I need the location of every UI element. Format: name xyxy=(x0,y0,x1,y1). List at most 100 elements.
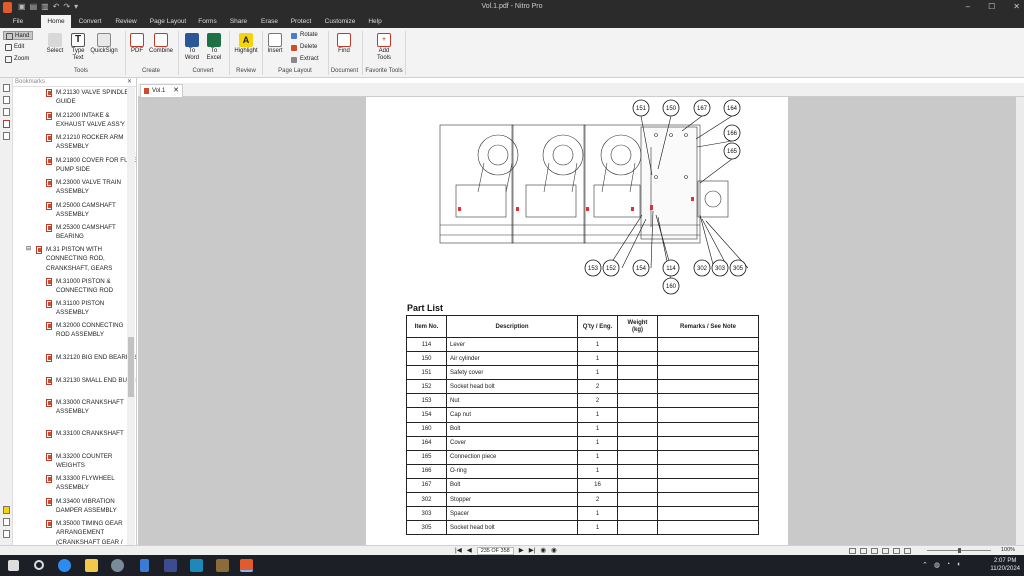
find-button[interactable]: Find xyxy=(332,33,356,55)
app-icon[interactable] xyxy=(164,559,177,572)
full-screen-icon[interactable] xyxy=(893,548,900,554)
signatures-panel-icon[interactable] xyxy=(3,518,10,526)
bookmark-item-expanded[interactable]: ⊟ M.31 PISTON WITH CONNECTING ROD, CRANKS… xyxy=(26,245,124,273)
layers-panel-icon[interactable] xyxy=(3,96,10,104)
tab-convert[interactable]: Convert xyxy=(75,15,105,28)
bookmark-item[interactable]: M.23000 VALVE TRAIN ASSEMBLY xyxy=(46,178,136,197)
type-text-button[interactable]: T Type Text xyxy=(67,33,89,62)
extract-button[interactable]: Extract xyxy=(291,56,319,63)
edit-tool-button[interactable]: Edit xyxy=(3,43,33,52)
fit-width-icon[interactable] xyxy=(904,548,911,554)
file-explorer-icon[interactable] xyxy=(85,559,98,572)
bluetooth-app-icon[interactable] xyxy=(140,559,149,572)
zoom-tool-button[interactable]: Zoom xyxy=(3,55,35,64)
bookmarks-panel-icon[interactable] xyxy=(3,120,10,128)
comments-panel-icon[interactable] xyxy=(3,506,10,514)
continuous-view-icon[interactable] xyxy=(860,548,867,554)
collapse-toggle-icon[interactable]: ⊟ xyxy=(26,245,31,254)
first-page-icon[interactable]: |◀ xyxy=(455,546,462,555)
close-panel-icon[interactable]: ✕ xyxy=(127,78,132,87)
to-word-button[interactable]: To Word xyxy=(181,33,203,62)
tab-share[interactable]: Share xyxy=(225,15,252,28)
table-cell xyxy=(657,365,759,381)
facing-continuous-view-icon[interactable] xyxy=(882,548,889,554)
table-cell: 2 xyxy=(577,492,618,508)
tab-customize[interactable]: Customize xyxy=(320,15,360,28)
rotate-button[interactable]: Rotate xyxy=(291,32,318,39)
insert-button[interactable]: Insert xyxy=(264,33,286,55)
bookmarks-scrollbar[interactable] xyxy=(127,87,135,545)
wifi-icon[interactable]: ◔ xyxy=(946,561,950,569)
bookmark-item[interactable]: M.21200 INTAKE & EXHAUST VALVE ASS'Y xyxy=(46,111,136,130)
bookmark-item[interactable]: M.32000 CONNECTING ROD ASSEMBLY xyxy=(46,321,136,340)
zoom-slider-thumb[interactable] xyxy=(958,548,961,553)
select-button[interactable]: Select xyxy=(44,33,66,55)
attachments-panel-icon[interactable] xyxy=(3,108,10,116)
bookmark-item[interactable]: M.32130 SMALL END BUSH xyxy=(46,376,136,385)
close-tab-icon[interactable]: ✕ xyxy=(173,85,179,97)
bookmark-item[interactable]: M.32120 BIG END BEARING xyxy=(46,353,136,362)
tab-erase[interactable]: Erase xyxy=(256,15,283,28)
close-button[interactable]: ✕ xyxy=(1013,2,1020,11)
next-view-icon[interactable]: ◉ xyxy=(551,546,557,555)
clock[interactable]: 2:07 PM 11/20/2024 xyxy=(990,557,1020,573)
nitro-pro-taskbar-icon[interactable] xyxy=(240,559,253,572)
tags-panel-icon[interactable] xyxy=(3,132,10,140)
network-icon[interactable]: ◍ xyxy=(934,561,940,569)
bookmark-item[interactable]: M.25300 CAMSHAFT BEARING xyxy=(46,223,136,242)
page-number-field[interactable]: 235 OF 358 xyxy=(476,546,514,555)
bookmark-item[interactable]: M.21210 ROCKER ARM ASSEMBLY xyxy=(46,133,136,152)
bookmark-item[interactable]: M.35000 TIMING GEAR ARRANGEMENT (CRANKSH… xyxy=(46,519,136,545)
bookmark-item[interactable]: M.21800 COVER FOR FULE PUMP SIDE xyxy=(46,156,136,175)
tab-review[interactable]: Review xyxy=(111,15,141,28)
start-button-icon[interactable] xyxy=(8,560,19,571)
tab-protect[interactable]: Protect xyxy=(286,15,316,28)
bookmark-item[interactable]: M.33300 FLYWHEEL ASSEMBLY xyxy=(46,474,136,493)
next-page-icon[interactable]: ▶ xyxy=(519,546,524,555)
app-icon[interactable] xyxy=(216,559,229,572)
output-panel-icon[interactable] xyxy=(3,530,10,538)
edge-browser-icon[interactable] xyxy=(58,559,71,572)
last-page-icon[interactable]: ▶| xyxy=(529,546,536,555)
quicksign-button[interactable]: QuickSign xyxy=(90,33,118,55)
bookmark-page-icon xyxy=(46,179,52,187)
facing-view-icon[interactable] xyxy=(871,548,878,554)
search-icon[interactable] xyxy=(34,560,44,570)
maximize-button[interactable]: ☐ xyxy=(988,2,995,11)
single-page-view-icon[interactable] xyxy=(849,548,856,554)
tab-page-layout[interactable]: Page Layout xyxy=(147,15,189,28)
volume-icon[interactable]: ◖ xyxy=(956,561,960,569)
bookmark-item[interactable]: M.31100 PISTON ASSEMBLY xyxy=(46,299,136,318)
app-icon[interactable] xyxy=(111,559,124,572)
chevron-up-icon[interactable]: ⌃ xyxy=(922,561,928,569)
bookmark-item[interactable]: M.25000 CAMSHAFT ASSEMBLY xyxy=(46,201,136,220)
bookmark-page-icon xyxy=(46,300,52,308)
pages-panel-icon[interactable] xyxy=(3,84,10,92)
bookmark-item[interactable]: M.33200 COUNTER WEIGHTS xyxy=(46,452,136,471)
delete-button[interactable]: Delete xyxy=(291,44,317,51)
scrollbar-thumb[interactable] xyxy=(128,337,134,397)
to-excel-button[interactable]: To Excel xyxy=(203,33,225,62)
minimize-button[interactable]: – xyxy=(966,2,970,11)
bookmark-item[interactable]: M.33400 VIBRATION DAMPER ASSEMBLY xyxy=(46,497,136,516)
previous-page-icon[interactable]: ◀ xyxy=(467,546,472,555)
bookmark-item[interactable]: M.21130 VALVE SPINDLE GUIDE xyxy=(46,88,136,107)
tab-file[interactable]: File xyxy=(6,15,30,28)
tab-help[interactable]: Help xyxy=(364,15,386,28)
add-tools-button[interactable]: + Add Tools xyxy=(372,33,396,62)
tab-home[interactable]: Home xyxy=(41,15,71,28)
document-tab[interactable]: Vol.1 ✕ xyxy=(140,84,183,97)
bookmark-item[interactable]: M.33100 CRANKSHAFT xyxy=(46,429,136,438)
highlight-button[interactable]: A Highlight xyxy=(231,33,261,55)
previous-view-icon[interactable]: ◉ xyxy=(540,546,546,555)
tab-forms[interactable]: Forms xyxy=(194,15,221,28)
app-icon[interactable] xyxy=(190,559,203,572)
table-cell: Cap nut xyxy=(446,407,578,423)
bookmark-item[interactable]: M.31000 PISTON & CONNECTING ROD xyxy=(46,277,136,296)
hand-tool-button[interactable]: Hand xyxy=(3,31,33,40)
viewer-scrollbar[interactable] xyxy=(1016,97,1024,545)
combine-button[interactable]: Combine xyxy=(147,33,175,55)
bookmark-item[interactable]: M.33000 CRANKSHAFT ASSEMBLY xyxy=(46,398,136,417)
document-viewer[interactable]: 151 150 167 164 166 165 153 152 154 114 … xyxy=(138,97,1024,545)
pdf-button[interactable]: PDF xyxy=(127,33,147,55)
